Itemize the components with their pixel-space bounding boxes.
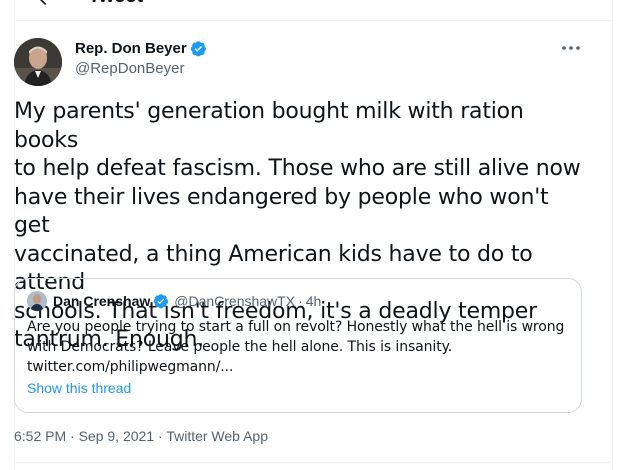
more-button[interactable] [558,38,584,58]
meta-separator: · [66,428,79,444]
quoted-line: with Democrats? Leave people the hell al… [27,339,453,355]
meta-separator: · [154,428,167,444]
back-arrow-icon[interactable] [35,0,55,8]
quoted-author-handle: @DanCrenshawTX [174,293,296,309]
page-header: Tweet [15,0,612,21]
page-title: Tweet [88,0,143,8]
author-name[interactable]: Rep. Don Beyer [75,40,207,57]
quoted-tweet-text: Are you people trying to start a full on… [27,317,572,377]
verified-badge-icon [190,41,206,57]
quoted-avatar [27,291,47,311]
quoted-tweet[interactable]: Dan Crenshaw @DanCrenshawTX · 4h Are you… [14,278,582,413]
tweet-line: have their lives endangered by people wh… [14,184,549,239]
quoted-time: 4h [305,293,322,309]
divider [14,462,611,463]
tweet-source[interactable]: Twitter Web App [166,428,268,444]
quoted-tweet-header: Dan Crenshaw @DanCrenshawTX · 4h [27,291,321,311]
tweet-date[interactable]: Sep 9, 2021 [79,428,155,444]
tweet-meta: 6:52 PM · Sep 9, 2021 · Twitter Web App [14,428,268,444]
more-icon [562,46,580,50]
quoted-separator: · [298,293,303,309]
quoted-author-name: Dan Crenshaw [53,293,151,309]
quoted-link[interactable]: twitter.com/philipwegmann/... [27,357,572,377]
show-thread-link[interactable]: Show this thread [27,380,131,396]
quoted-line: Are you people trying to start a full on… [27,319,565,335]
avatar[interactable] [14,38,62,86]
tweet-line: to help defeat fascism. Those who are st… [14,156,581,181]
author-handle[interactable]: @RepDonBeyer [75,60,184,77]
tweet-time[interactable]: 6:52 PM [14,428,66,444]
author-name-text[interactable]: Rep. Don Beyer [75,40,187,57]
tweet-line: My parents' generation bought milk with … [14,99,524,153]
verified-badge-icon [154,294,169,309]
tweet-author: Rep. Don Beyer @RepDonBeyer [14,38,584,88]
